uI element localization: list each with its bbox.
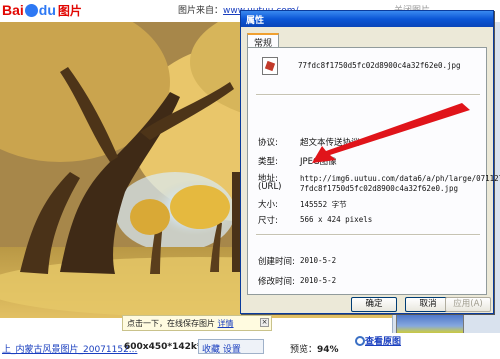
zoom-value: 94%	[317, 345, 339, 355]
divider	[256, 234, 480, 236]
protocol-label: 协议:	[258, 138, 278, 148]
apply-button[interactable]: 应用(A)	[445, 297, 491, 312]
protocol-value: 超文本传送协议	[300, 138, 360, 148]
baidu-logo[interactable]: Bai du 图片	[2, 2, 82, 19]
source-label: 图片来自：	[178, 6, 224, 16]
divider	[256, 94, 480, 96]
type-value: JPEG图像	[300, 157, 337, 167]
zoom-label: 预览：	[290, 345, 318, 355]
view-original-label: 查看原图	[365, 337, 402, 347]
size-value: 145552 字节	[300, 200, 347, 209]
address-line-1: http://img6.uutuu.com/data6/a/ph/large/0…	[300, 174, 500, 183]
tooltip-details-link[interactable]: 详情	[218, 319, 234, 328]
bottom-info-bar: 上_内蒙古风景图片_20071152... 600x450*142k*jpg 收…	[0, 333, 500, 359]
favorite-settings-button[interactable]: 收藏 设置	[198, 339, 264, 355]
logo-pictures: 图片	[57, 4, 82, 18]
tooltip-close-icon[interactable]: ×	[260, 318, 269, 327]
dialog-title-bar[interactable]: 属性	[241, 11, 493, 27]
dialog-title: 属性	[246, 16, 265, 26]
modified-value: 2010-5-2	[300, 276, 337, 285]
general-panel: 77fdc8f1750d5fc02d8900c4a32f62e0.jpg 协议:…	[247, 47, 500, 295]
save-tooltip: 点击一下，在线保存图片 详情 ×	[122, 315, 272, 331]
size-label: 大小:	[258, 200, 278, 210]
image-title-link[interactable]: 上_内蒙古风景图片_20071152...	[2, 342, 137, 355]
view-original-link[interactable]: 查看原图	[355, 336, 401, 347]
jpeg-file-icon	[262, 57, 278, 75]
modified-label: 修改时间:	[258, 277, 295, 287]
dimensions-label: 尺寸:	[258, 216, 278, 226]
magnifier-icon	[355, 336, 365, 346]
tooltip-text: 点击一下，在线保存图片	[127, 319, 215, 328]
address-url-label: (URL)	[258, 182, 282, 192]
type-label: 类型:	[258, 157, 278, 167]
dimensions-value: 566 x 424 pixels	[300, 215, 373, 224]
created-value: 2010-5-2	[300, 256, 337, 265]
zoom-readout: 预览：94%	[290, 342, 339, 355]
logo-du: du	[38, 2, 56, 18]
ok-button[interactable]: 确定	[351, 297, 397, 312]
properties-dialog: 属性 常规 77fdc8f1750d5fc02d8900c4a32f62e0.j…	[240, 10, 500, 314]
address-line-2: 7fdc8f1750d5fc02d8900c4a32f62e0.jpg	[300, 184, 459, 193]
paw-icon	[24, 4, 38, 17]
logo-bai: Bai	[2, 2, 24, 18]
created-label: 创建时间:	[258, 257, 295, 267]
file-name: 77fdc8f1750d5fc02d8900c4a32f62e0.jpg	[298, 61, 461, 70]
